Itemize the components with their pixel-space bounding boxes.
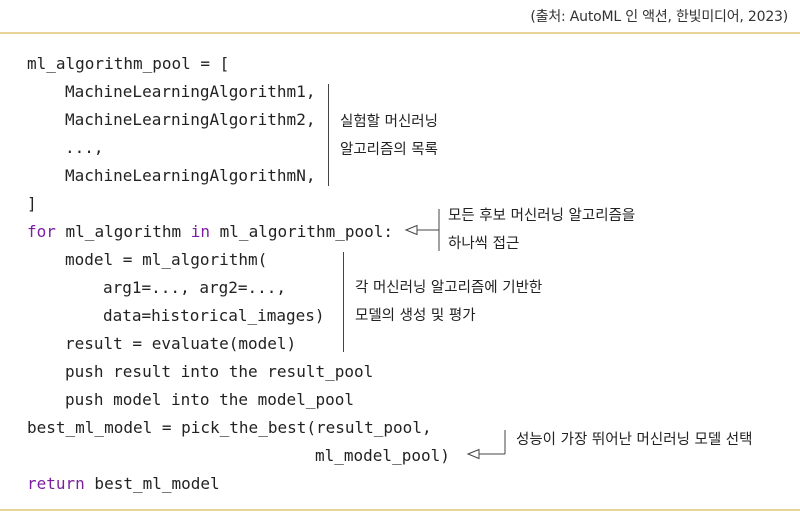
keyword-for: for [27,222,56,241]
code-line-14: best_ml_model = pick_the_best(result_poo… [27,418,432,437]
loop-annotation-line-1: 모든 후보 머신러닝 알고리즘을 [448,208,636,224]
bottom-divider [0,509,800,511]
loop-iterable: ml_algorithm_pool: [210,222,394,241]
code-line-15: ml_model_pool) [315,446,450,465]
code-line-5: MachineLearningAlgorithmN, [65,166,316,185]
source-caption: (출처: AutoML 인 액션, 한빛미디어, 2023) [530,9,788,25]
code-line-16: return best_ml_model [27,474,220,494]
code-line-12: push result into the result_pool [65,362,374,381]
loop-annotation-line-2: 하나씩 접근 [448,236,520,252]
pool-annotation-line-1: 실험할 머신러닝 [340,114,438,130]
loop-arrow [404,209,440,251]
best-annotation-line-1: 성능이 가장 뛰어난 머신러닝 모델 선택 [516,432,753,448]
build-annotation-line-1: 각 머신러닝 알고리즘에 기반한 [355,280,543,296]
top-divider [0,32,800,34]
code-line-10: data=historical_images) [103,306,325,325]
best-arrowhead [466,448,480,460]
build-annotation-line-2: 모델의 생성 및 평가 [355,308,476,324]
code-line-9: arg1=..., arg2=..., [103,278,287,297]
code-line-7: for ml_algorithm in ml_algorithm_pool: [27,222,393,242]
pool-bracket [328,84,329,186]
loop-variable: ml_algorithm [55,222,191,241]
code-line-1: ml_algorithm_pool = [ [27,54,230,73]
build-bracket [343,252,344,352]
code-line-13: push model into the model_pool [65,390,354,409]
build-annotation: 각 머신러닝 알고리즘에 기반한 모델의 생성 및 평가 [355,274,542,330]
code-line-6: ] [27,194,37,213]
code-line-3: MachineLearningAlgorithm2, [65,110,316,129]
loop-arrowhead [404,224,418,236]
code-line-4: ..., [65,138,104,157]
pool-annotation: 실험할 머신러닝 알고리즘의 목록 [340,108,438,164]
best-arrow [466,430,506,460]
keyword-return: return [27,474,85,493]
loop-annotation: 모든 후보 머신러닝 알고리즘을 하나씩 접근 [448,202,635,258]
return-value: best_ml_model [84,474,220,493]
code-line-2: MachineLearningAlgorithm1, [65,82,316,101]
code-line-8: model = ml_algorithm( [65,250,268,269]
pool-annotation-line-2: 알고리즘의 목록 [340,142,438,158]
keyword-in: in [190,222,211,241]
code-line-11: result = evaluate(model) [65,334,297,353]
best-annotation: 성능이 가장 뛰어난 머신러닝 모델 선택 [516,426,752,454]
